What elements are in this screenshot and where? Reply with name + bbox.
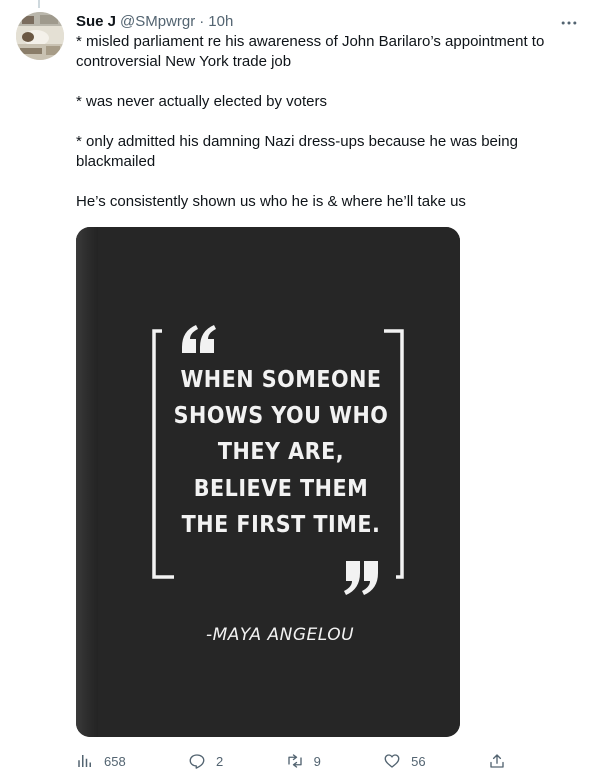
- tweet-text: * misled parliament re his awareness of …: [76, 32, 582, 212]
- header-separator: ·: [199, 13, 205, 30]
- retweet-icon: [287, 754, 302, 768]
- open-quote-icon: [182, 325, 216, 353]
- views-chart-icon: [78, 755, 91, 767]
- avatar[interactable]: [16, 12, 64, 60]
- retweet-button[interactable]: 9: [286, 752, 321, 770]
- reply-button[interactable]: 2: [188, 752, 223, 770]
- like-button[interactable]: 56: [383, 752, 426, 770]
- quote-line: SHOWS YOU WHO: [173, 403, 389, 429]
- tweet-paragraph: He’s consistently shown us who he is & w…: [76, 193, 466, 210]
- tweet-header: Sue J @SMpwrgr · 10h: [76, 12, 582, 32]
- quote-attribution: -MAYA ANGELOU: [205, 625, 355, 645]
- share-upload-icon: [490, 754, 504, 768]
- quote-line: WHEN SOMEONE: [180, 367, 382, 393]
- author-name[interactable]: Sue J: [76, 12, 116, 32]
- tweet-media-image[interactable]: WHEN SOMEONE SHOWS YOU WHO THEY ARE, BEL…: [76, 227, 460, 737]
- author-handle[interactable]: @SMpwrgr: [120, 12, 195, 32]
- close-quote-icon: [344, 561, 378, 595]
- views-button[interactable]: 658: [76, 752, 126, 770]
- quote-line: BELIEVE THEM: [193, 476, 369, 502]
- heart-icon: [384, 754, 400, 768]
- tweet-paragraph: * was never actually elected by voters: [76, 93, 327, 110]
- tweet-timestamp[interactable]: 10h: [208, 12, 233, 32]
- tweet-paragraph: * misled parliament re his awareness of …: [76, 33, 545, 70]
- quote-line: THE FIRST TIME.: [181, 512, 381, 538]
- tweet-paragraph: * only admitted his damning Nazi dress-u…: [76, 133, 518, 170]
- tweet-actions-bar: 658 2 9 56: [76, 750, 506, 772]
- views-count: 658: [104, 753, 126, 769]
- likes-count: 56: [411, 753, 426, 769]
- retweets-count: 9: [313, 753, 321, 769]
- thread-connector-line: [38, 0, 40, 8]
- reply-bubble-icon: [189, 754, 205, 769]
- quote-line: THEY ARE,: [217, 439, 345, 465]
- tweet-content: Sue J @SMpwrgr · 10h * misled parliament…: [76, 12, 582, 212]
- avatar-image: [16, 12, 64, 60]
- share-button[interactable]: [488, 752, 506, 770]
- replies-count: 2: [216, 753, 224, 769]
